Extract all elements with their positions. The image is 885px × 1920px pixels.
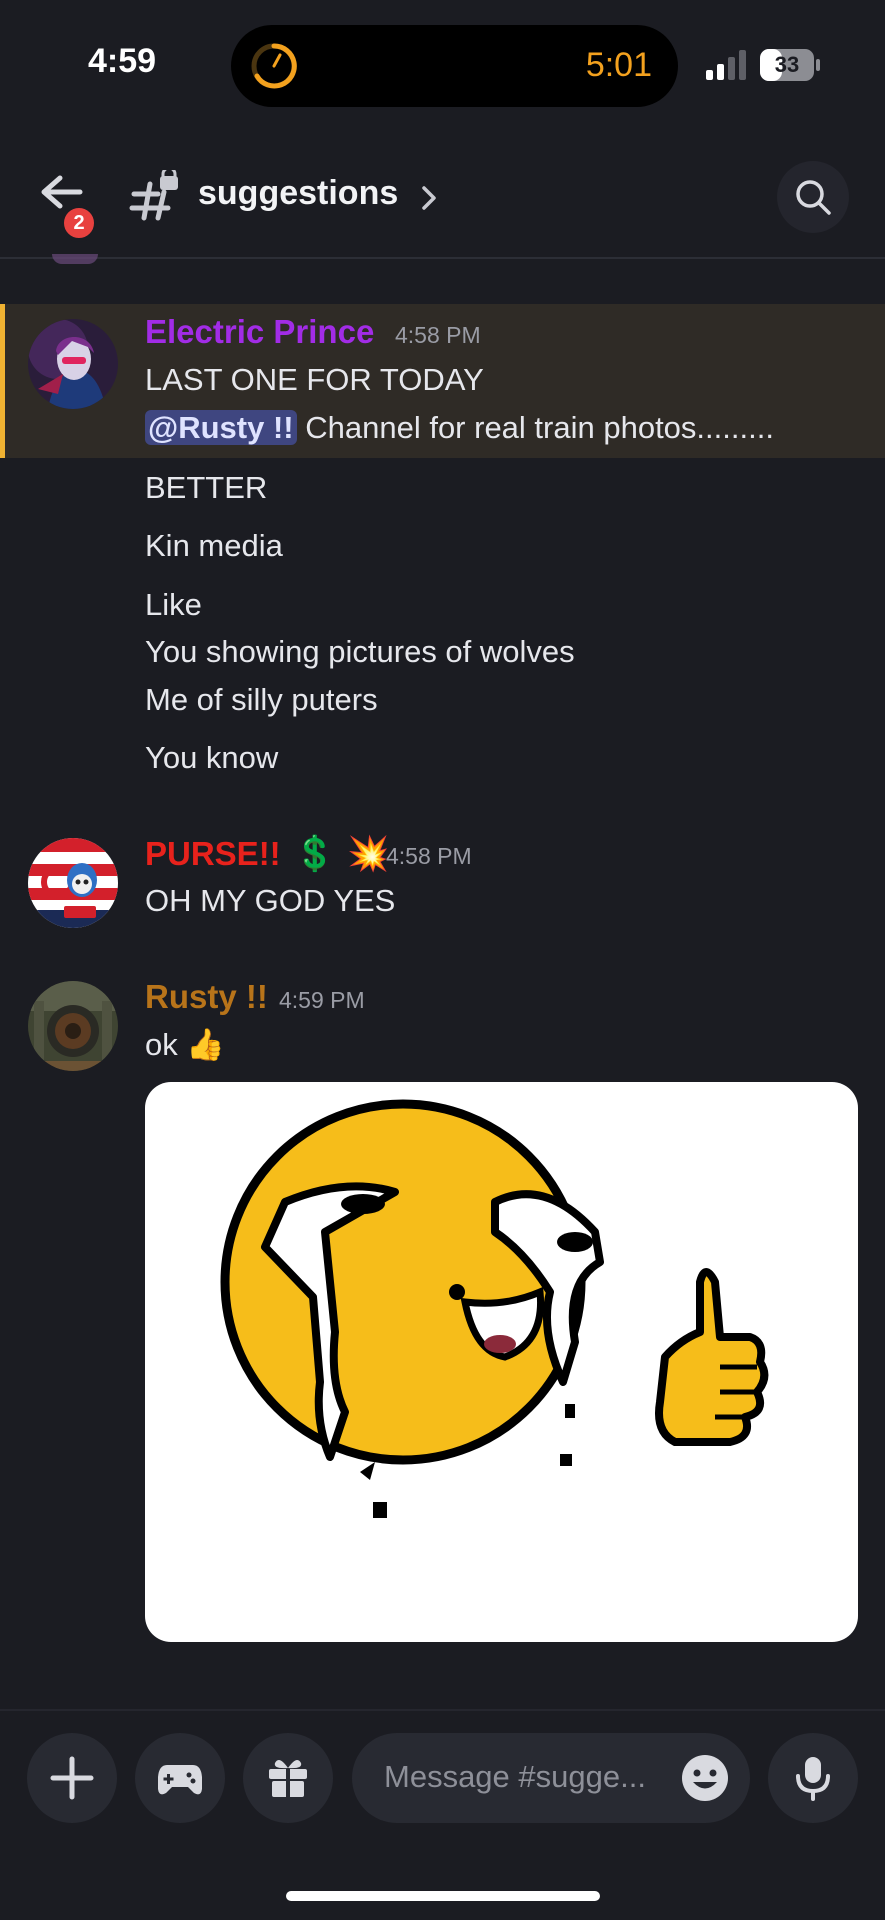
message-line: You know <box>145 740 279 775</box>
dollar-emoji: 💲 <box>293 835 337 873</box>
message-timestamp: 4:58 PM <box>395 322 481 348</box>
battery-icon: 33 <box>759 48 821 82</box>
message-text: Channel for real train photos......... <box>296 410 774 445</box>
message-line: You showing pictures of wolves <box>145 634 575 669</box>
author-name[interactable]: Electric Prince <box>145 313 374 351</box>
avatar-electric-prince[interactable] <box>28 319 118 409</box>
gift-icon <box>269 1759 307 1797</box>
message-line: Me of silly puters <box>145 682 378 717</box>
gift-button[interactable] <box>243 1733 333 1823</box>
smiley-icon[interactable] <box>680 1753 730 1803</box>
mention-highlight-bar <box>0 304 5 458</box>
battery-level: 33 <box>774 52 800 77</box>
cellular-signal-icon <box>706 50 746 80</box>
home-indicator[interactable] <box>286 1891 600 1901</box>
chevron-right-icon[interactable] <box>418 184 440 212</box>
activities-button[interactable] <box>135 1733 225 1823</box>
header-divider <box>0 257 885 259</box>
microphone-icon <box>796 1757 830 1801</box>
composer-divider <box>0 1709 885 1711</box>
channel-name[interactable]: suggestions <box>198 174 398 213</box>
message-line: Like <box>145 587 202 622</box>
status-time: 4:59 <box>88 42 157 80</box>
message-input-placeholder: Message #sugge... <box>384 1759 646 1794</box>
live-activity-timer: 5:01 <box>585 46 652 84</box>
message-timestamp: 4:58 PM <box>386 843 472 869</box>
collision-emoji: 💥 <box>347 835 390 873</box>
unread-badge: 2 <box>60 204 98 242</box>
message-line: Kin media <box>145 528 283 563</box>
gamepad-icon <box>158 1765 202 1795</box>
sticker-crying-thumbs-up[interactable] <box>145 1082 858 1642</box>
author-name-text: PURSE!! <box>145 835 281 872</box>
search-icon <box>796 180 831 215</box>
message-timestamp: 4:59 PM <box>279 987 365 1013</box>
message-line: @Rusty !! Channel for real train photos.… <box>145 410 774 446</box>
message-line: OH MY GOD YES <box>145 883 396 918</box>
previous-avatar-edge <box>52 254 98 264</box>
voice-message-button[interactable] <box>768 1733 858 1823</box>
timer-ring-icon <box>251 43 297 89</box>
avatar-purse[interactable] <box>28 838 118 928</box>
user-mention[interactable]: @Rusty !! <box>145 410 297 445</box>
search-button[interactable] <box>777 161 849 233</box>
message-line: LAST ONE FOR TODAY <box>145 362 484 397</box>
dynamic-island[interactable]: 5:01 <box>231 25 678 107</box>
plus-icon <box>50 1756 94 1800</box>
add-attachment-button[interactable] <box>27 1733 117 1823</box>
message-input[interactable]: Message #sugge... <box>352 1733 750 1823</box>
author-name[interactable]: Rusty !! <box>145 978 268 1016</box>
author-name[interactable]: PURSE!! 💲 💥 <box>145 834 390 874</box>
hashtag-lock-icon <box>129 170 178 221</box>
message-line: ok 👍 <box>145 1027 225 1062</box>
avatar-rusty[interactable] <box>28 981 118 1071</box>
message-line: BETTER <box>145 470 268 505</box>
channel-header: 2 suggestions <box>0 130 885 258</box>
